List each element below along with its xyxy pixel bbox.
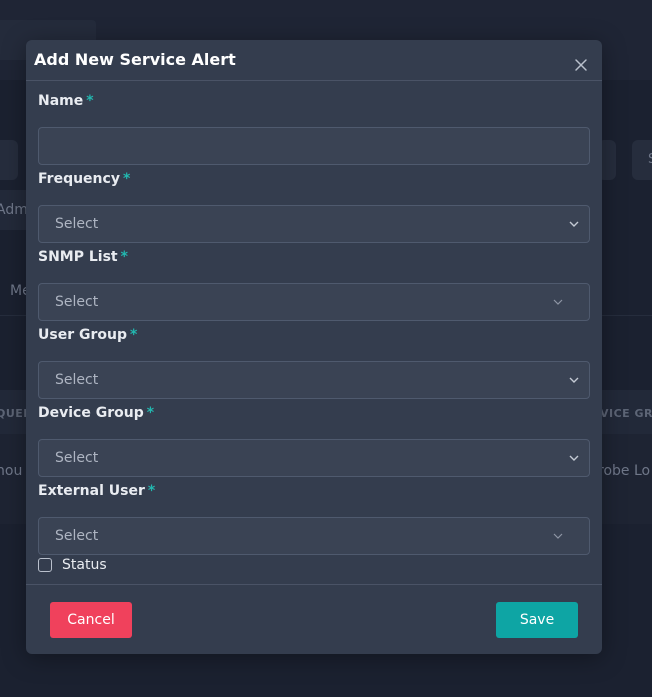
name-input-wrapper [38,127,590,165]
user-group-label-text: User Group [38,327,127,343]
user-group-select-value: Select [55,372,99,388]
frequency-select[interactable]: Select [38,205,590,243]
chevron-down-icon [569,377,579,383]
name-input[interactable] [39,128,589,164]
user-group-field-group: User Group * Select [38,325,590,399]
chevron-down-icon [553,299,563,305]
user-group-select[interactable]: Select [38,361,590,399]
required-marker: * [147,483,156,499]
background-table-cell: robe Lo [598,463,651,479]
modal-title: Add New Service Alert [34,50,236,69]
name-field-group: Name * [38,91,590,165]
device-group-label: Device Group * [38,403,590,423]
snmp-list-field-group: SNMP List * Select [38,247,590,321]
close-icon [575,59,587,71]
save-button[interactable]: Save [496,602,578,638]
background-column-header: VICE GRO [600,407,652,420]
snmp-list-label: SNMP List * [38,247,590,267]
device-group-select[interactable]: Select [38,439,590,477]
background-admin-label: Adm [0,202,28,218]
cancel-button[interactable]: Cancel [50,602,132,638]
device-group-label-text: Device Group [38,405,144,421]
snmp-list-select-value: Select [55,294,99,310]
frequency-select-value: Select [55,216,99,232]
required-marker: * [86,93,94,109]
required-marker: * [120,249,128,265]
add-service-alert-modal: Add New Service Alert Name * Frequency * S… [26,40,602,654]
external-user-select[interactable]: Select [38,517,590,555]
snmp-list-label-text: SNMP List [38,249,118,265]
required-marker: * [122,171,131,187]
external-user-select-value: Select [55,528,99,544]
device-group-field-group: Device Group * Select [38,403,590,477]
close-button[interactable] [574,58,588,72]
background-pill-left [0,140,18,180]
name-label: Name * [38,91,590,111]
frequency-label-text: Frequency [38,171,120,187]
required-marker: * [146,405,155,421]
device-group-select-value: Select [55,450,99,466]
chevron-down-icon [569,455,579,461]
snmp-list-select[interactable]: Select [38,283,590,321]
background-table-cell: hou [0,463,23,479]
name-label-text: Name [38,93,84,109]
status-checkbox[interactable] [38,558,52,572]
required-marker: * [129,327,138,343]
chevron-down-icon [553,533,563,539]
external-user-label-text: External User [38,483,145,499]
status-label: Status [62,557,107,573]
frequency-label: Frequency * [38,169,590,189]
background-pill-text: S [648,152,652,167]
chevron-down-icon [569,221,579,227]
external-user-label: External User * [38,481,590,501]
external-user-field-group: External User * Select [38,481,590,555]
frequency-field-group: Frequency * Select [38,169,590,243]
user-group-label: User Group * [38,325,590,345]
modal-footer: Cancel Save [26,584,602,654]
modal-header: Add New Service Alert [26,40,602,81]
